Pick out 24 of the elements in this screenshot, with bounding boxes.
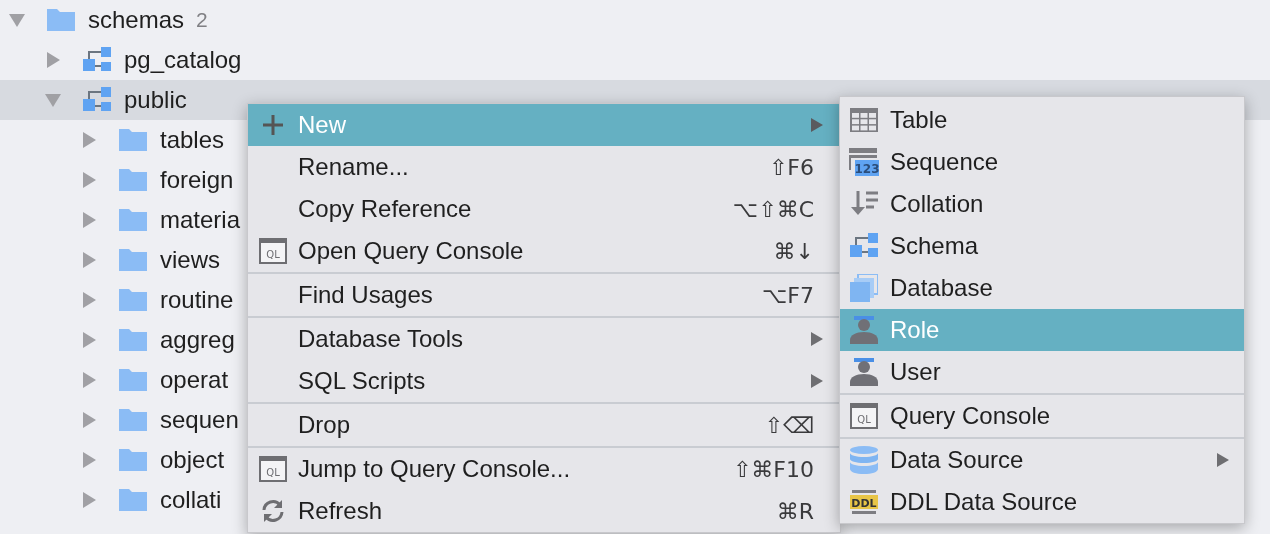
shortcut-label: ⌥⇧⌘C — [732, 195, 814, 224]
tree-label: foreign — [160, 165, 234, 195]
tree-label: materia — [160, 205, 241, 235]
shortcut-label: ⌘R — [776, 497, 814, 526]
tree-label: object — [160, 445, 225, 475]
item-count: 2 — [196, 7, 208, 34]
console-icon: QL — [259, 238, 287, 264]
tree-label: aggreg — [160, 325, 235, 355]
tree-label: sequen — [160, 405, 239, 435]
shortcut-label: ⌘↓ — [773, 237, 814, 266]
shortcut-label: ⇧F6 — [768, 153, 814, 182]
shortcut-label: ⇧⌫ — [764, 411, 814, 440]
shortcut-label: ⌥F7 — [762, 281, 814, 310]
shortcut-label: ⇧⌘F10 — [732, 455, 814, 484]
tree-label: collati — [160, 485, 222, 515]
tree-label: tables — [160, 125, 225, 155]
tree-label: schemas — [88, 5, 185, 35]
tree-label: routine — [160, 285, 234, 315]
console-icon: QL — [850, 403, 878, 429]
tree-label: public — [124, 85, 187, 115]
tree-label: views — [160, 245, 220, 275]
tree-label: pg_catalog — [124, 45, 242, 75]
tree-label: operat — [160, 365, 229, 395]
console-icon: QL — [259, 456, 287, 482]
